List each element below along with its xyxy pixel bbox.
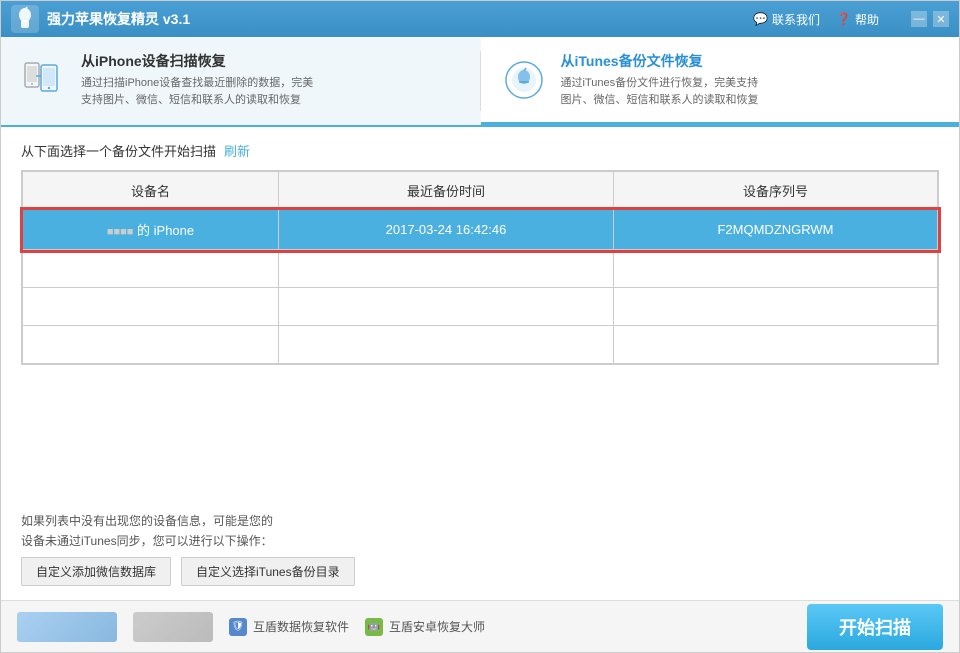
titlebar-actions: 💬 联系我们 ❓ 帮助 — ✕: [753, 11, 949, 28]
device-name-cell-4: [23, 326, 279, 364]
window-controls: — ✕: [911, 11, 949, 27]
tab-itunes-desc: 通过iTunes备份文件进行恢复，完美支持图片、微信、短信和联系人的读取和恢复: [561, 75, 759, 108]
serial-cell: F2MQMDZNGRWM: [614, 210, 938, 250]
main-window: 强力苹果恢复精灵 v3.1 💬 联系我们 ❓ 帮助 — ✕: [0, 0, 960, 653]
tab-itunes-title: 从iTunes备份文件恢复: [561, 51, 759, 71]
iphone-icon: [21, 57, 67, 103]
main-content: 从下面选择一个备份文件开始扫描 刷新 设备名 最近备份时间 设备序列号 ■■■■…: [1, 127, 959, 600]
footer-logo-2: [133, 612, 213, 642]
backup-time-cell: 2017-03-24 16:42:46: [278, 210, 613, 250]
table-header-row: 设备名 最近备份时间 设备序列号: [23, 172, 938, 210]
bottom-info: 如果列表中没有出现您的设备信息，可能是您的 设备未通过iTunes同步，您可以进…: [21, 504, 939, 586]
backup-time-cell-2: [278, 250, 613, 288]
tab-iphone-title: 从iPhone设备扫描恢复: [81, 51, 313, 71]
footer-logo-1: [17, 612, 117, 642]
table-row[interactable]: [23, 326, 938, 364]
shield-label: 互盾数据恢复软件: [253, 618, 349, 635]
device-table-container: 设备名 最近备份时间 设备序列号 ■■■■ 的 iPhone 2017-03-2…: [21, 170, 939, 365]
help-button[interactable]: ❓ 帮助: [836, 11, 879, 28]
tab-header: 从iPhone设备扫描恢复 通过扫描iPhone设备查找最近删除的数据，完美支持…: [1, 37, 959, 127]
footer-logos: 🛡 互盾数据恢复软件 🤖 互盾安卓恢复大师: [17, 612, 807, 642]
bottom-info-line2: 设备未通过iTunes同步，您可以进行以下操作：: [21, 532, 939, 549]
device-name-cell: ■■■■ 的 iPhone: [23, 210, 279, 250]
select-itunes-dir-button[interactable]: 自定义选择iTunes备份目录: [181, 557, 355, 586]
help-label: 帮助: [855, 11, 879, 28]
device-table: 设备名 最近备份时间 设备序列号 ■■■■ 的 iPhone 2017-03-2…: [22, 171, 938, 364]
serial-cell-3: [614, 288, 938, 326]
tab-iphone-scan[interactable]: 从iPhone设备扫描恢复 通过扫描iPhone设备查找最近删除的数据，完美支持…: [1, 37, 480, 125]
bottom-info-line1: 如果列表中没有出现您的设备信息，可能是您的: [21, 512, 939, 529]
section-title: 从下面选择一个备份文件开始扫描: [21, 141, 216, 160]
bottom-buttons: 自定义添加微信数据库 自定义选择iTunes备份目录: [21, 557, 939, 586]
footer-logo-shield: 🛡 互盾数据恢复软件: [229, 618, 349, 636]
section-header: 从下面选择一个备份文件开始扫描 刷新: [21, 141, 939, 160]
contact-label: 联系我们: [772, 11, 820, 28]
footer-logo-android: 🤖 互盾安卓恢复大师: [365, 618, 485, 636]
tab-iphone-desc: 通过扫描iPhone设备查找最近删除的数据，完美支持图片、微信、短信和联系人的读…: [81, 75, 313, 108]
col-serial: 设备序列号: [614, 172, 938, 210]
help-icon: ❓: [836, 12, 851, 26]
footer: 🛡 互盾数据恢复软件 🤖 互盾安卓恢复大师 开始扫描: [1, 600, 959, 652]
table-row[interactable]: ■■■■ 的 iPhone 2017-03-24 16:42:46 F2MQMD…: [23, 210, 938, 250]
tab-itunes-restore[interactable]: 从iTunes备份文件恢复 通过iTunes备份文件进行恢复，完美支持图片、微信…: [481, 37, 960, 125]
col-time: 最近备份时间: [278, 172, 613, 210]
contact-button[interactable]: 💬 联系我们: [753, 11, 820, 28]
titlebar: 强力苹果恢复精灵 v3.1 💬 联系我们 ❓ 帮助 — ✕: [1, 1, 959, 37]
backup-time-cell-3: [278, 288, 613, 326]
col-device: 设备名: [23, 172, 279, 210]
minimize-button[interactable]: —: [911, 11, 927, 27]
table-row[interactable]: [23, 288, 938, 326]
logo-image-2: [133, 612, 213, 642]
close-button[interactable]: ✕: [933, 11, 949, 27]
shield-icon: 🛡: [229, 618, 247, 636]
backup-time-cell-4: [278, 326, 613, 364]
android-label: 互盾安卓恢复大师: [389, 618, 485, 635]
table-row[interactable]: [23, 250, 938, 288]
tab-iphone-text: 从iPhone设备扫描恢复 通过扫描iPhone设备查找最近删除的数据，完美支持…: [81, 51, 313, 108]
device-name-cell-3: [23, 288, 279, 326]
android-icon: 🤖: [365, 618, 383, 636]
start-scan-button[interactable]: 开始扫描: [807, 604, 943, 650]
device-name-cell-2: [23, 250, 279, 288]
refresh-button[interactable]: 刷新: [224, 141, 250, 160]
serial-cell-4: [614, 326, 938, 364]
logo-image-1: [17, 612, 117, 642]
add-wechat-db-button[interactable]: 自定义添加微信数据库: [21, 557, 171, 586]
itunes-icon: [501, 57, 547, 103]
app-logo: [11, 5, 39, 33]
tab-itunes-text: 从iTunes备份文件恢复 通过iTunes备份文件进行恢复，完美支持图片、微信…: [561, 51, 759, 108]
app-title: 强力苹果恢复精灵 v3.1: [47, 9, 753, 29]
serial-cell-2: [614, 250, 938, 288]
message-icon: 💬: [753, 12, 768, 26]
